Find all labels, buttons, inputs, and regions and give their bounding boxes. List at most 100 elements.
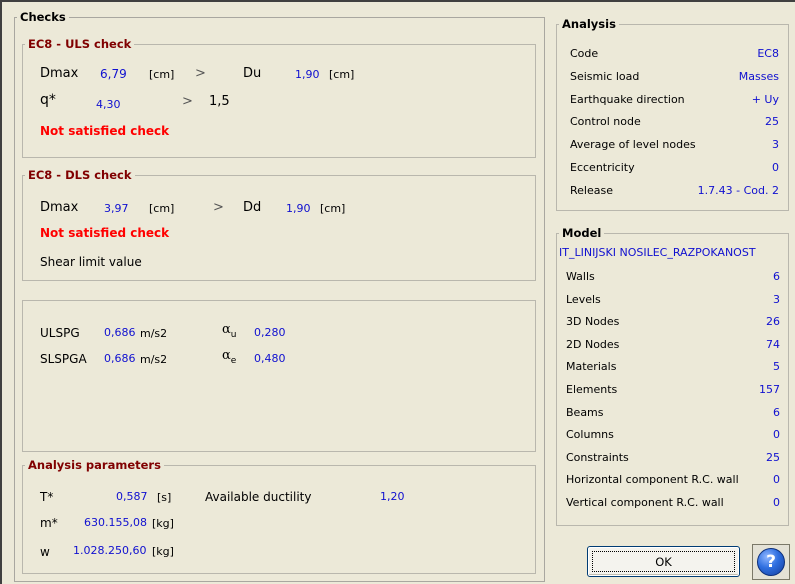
- info-row-label: Walls: [566, 270, 595, 283]
- info-row-label: Elements: [566, 383, 618, 396]
- info-row-label: Release: [570, 183, 613, 197]
- info-row-label: Vertical component R.C. wall: [566, 496, 724, 509]
- info-row-value: 25: [766, 450, 780, 464]
- info-row: 2D Nodes 74: [556, 336, 789, 354]
- info-row-value: 0: [773, 496, 780, 509]
- info-row-label: Constraints: [566, 450, 629, 464]
- info-row-label: Columns: [566, 428, 614, 442]
- alpha-u-symbol: αu: [222, 322, 237, 340]
- dls-dmax-label: Dmax: [40, 200, 79, 215]
- info-row: 3D Nodes 26: [556, 313, 789, 331]
- uls-q-label: q*: [40, 92, 56, 108]
- info-row-label: 2D Nodes: [566, 337, 620, 351]
- info-row: Walls 6: [556, 268, 789, 286]
- slspga-unit: m/s2: [140, 353, 168, 366]
- info-row-value: 26: [766, 315, 780, 329]
- info-row-value: 6: [773, 270, 780, 283]
- dls-check-title: EC8 - DLS check: [28, 168, 132, 182]
- pga-group: [22, 300, 536, 452]
- uls-dmax-value: 6,79: [100, 67, 127, 81]
- info-row-value: 5: [773, 360, 780, 374]
- info-row: Horizontal component R.C. wall 0: [556, 471, 789, 489]
- uls-q-compare-op: >: [182, 94, 193, 109]
- help-button[interactable]: ?: [752, 544, 790, 580]
- uls-du-value: 1,90: [295, 68, 320, 81]
- uls-check-title: EC8 - ULS check: [28, 37, 132, 51]
- checks-title: Checks: [20, 10, 66, 24]
- uls-dmax-label: Dmax: [40, 66, 79, 81]
- available-ductility-value: 1,20: [380, 490, 405, 503]
- info-row-label: Code: [570, 47, 599, 60]
- info-row-value: 74: [766, 337, 780, 351]
- info-row: Earthquake direction + Uy: [556, 91, 789, 109]
- dls-dd-label: Dd: [243, 200, 262, 215]
- info-row-label: Average of level nodes: [570, 138, 696, 152]
- info-row-value: 0: [772, 161, 779, 174]
- info-row-value: 3: [772, 138, 779, 152]
- info-row-label: Control node: [570, 115, 641, 129]
- ulspg-unit: m/s2: [140, 327, 168, 340]
- info-row: Release 1.7.43 - Cod. 2: [556, 182, 789, 200]
- info-row: Beams 6: [556, 404, 789, 422]
- dls-dmax-value: 3,97: [104, 202, 129, 215]
- uls-dmax-unit: [cm]: [149, 68, 175, 81]
- dls-dmax-unit: [cm]: [149, 202, 175, 215]
- uls-compare-op: >: [195, 66, 206, 81]
- t-star-unit: [s]: [157, 491, 172, 504]
- info-row-value: 157: [759, 383, 780, 396]
- dls-dd-value: 1,90: [286, 202, 311, 215]
- model-rows: Walls 6 Levels 3 3D Nodes 26 2D Nodes 74 Materia…: [556, 268, 789, 518]
- info-row-label: Levels: [566, 292, 601, 306]
- ok-button-focus-ring: [592, 551, 735, 572]
- m-star-label: m*: [40, 516, 58, 530]
- info-row-label: Horizontal component R.C. wall: [566, 473, 739, 487]
- info-row-label: Beams: [566, 405, 604, 419]
- model-name: IT_LINIJSKI NOSILEC_RAZPOKANOST: [559, 246, 756, 259]
- info-row: Levels 3: [556, 291, 789, 309]
- dls-note: Shear limit value: [40, 255, 142, 269]
- info-row-value: + Uy: [751, 92, 779, 106]
- t-star-value: 0,587: [116, 490, 148, 503]
- uls-q-limit: 1,5: [209, 94, 230, 109]
- info-row-label: Seismic load: [570, 69, 640, 83]
- info-row: Constraints 25: [556, 449, 789, 467]
- info-row-value: EC8: [757, 47, 779, 60]
- dls-dd-unit: [cm]: [320, 202, 346, 215]
- m-star-unit: [kg]: [152, 517, 174, 530]
- available-ductility-label: Available ductility: [205, 490, 312, 504]
- info-row-value: 3: [773, 292, 780, 306]
- info-row-value: 0: [773, 428, 780, 442]
- analysis-title: Analysis: [562, 17, 616, 31]
- uls-du-label: Du: [243, 66, 262, 81]
- info-row: Elements 157: [556, 381, 789, 399]
- info-row: Control node 25: [556, 113, 789, 131]
- info-row-value: 6: [773, 405, 780, 419]
- alpha-e-value: 0,480: [254, 352, 286, 365]
- uls-du-unit: [cm]: [329, 68, 355, 81]
- info-row: Materials 5: [556, 358, 789, 376]
- info-row: Columns 0: [556, 426, 789, 444]
- dls-compare-op: >: [213, 200, 224, 215]
- slspga-value: 0,686: [104, 352, 136, 365]
- ok-button[interactable]: OK: [587, 546, 740, 577]
- info-row-label: Eccentricity: [570, 161, 635, 174]
- info-row: Average of level nodes 3: [556, 136, 789, 154]
- w-unit: [kg]: [152, 545, 174, 558]
- help-icon: ?: [757, 548, 785, 576]
- m-star-value: 630.155,08: [84, 516, 147, 529]
- alpha-u-value: 0,280: [254, 326, 286, 339]
- info-row: Code EC8: [556, 45, 789, 63]
- info-row-value: 0: [773, 473, 780, 487]
- uls-q-value: 4,30: [96, 98, 121, 111]
- help-icon-glyph: ?: [766, 552, 776, 572]
- info-row: Eccentricity 0: [556, 159, 789, 177]
- analysis-rows: Code EC8 Seismic load Masses Earthquake dire…: [556, 45, 789, 205]
- info-row-value: 25: [765, 115, 779, 129]
- info-row-value: Masses: [738, 69, 779, 83]
- w-value: 1.028.250,60: [73, 544, 147, 557]
- t-star-label: T*: [40, 490, 54, 504]
- slspga-label: SLSPGA: [40, 352, 87, 366]
- info-row: Seismic load Masses: [556, 68, 789, 86]
- ulspg-value: 0,686: [104, 326, 136, 339]
- info-row-value: 1.7.43 - Cod. 2: [697, 183, 779, 197]
